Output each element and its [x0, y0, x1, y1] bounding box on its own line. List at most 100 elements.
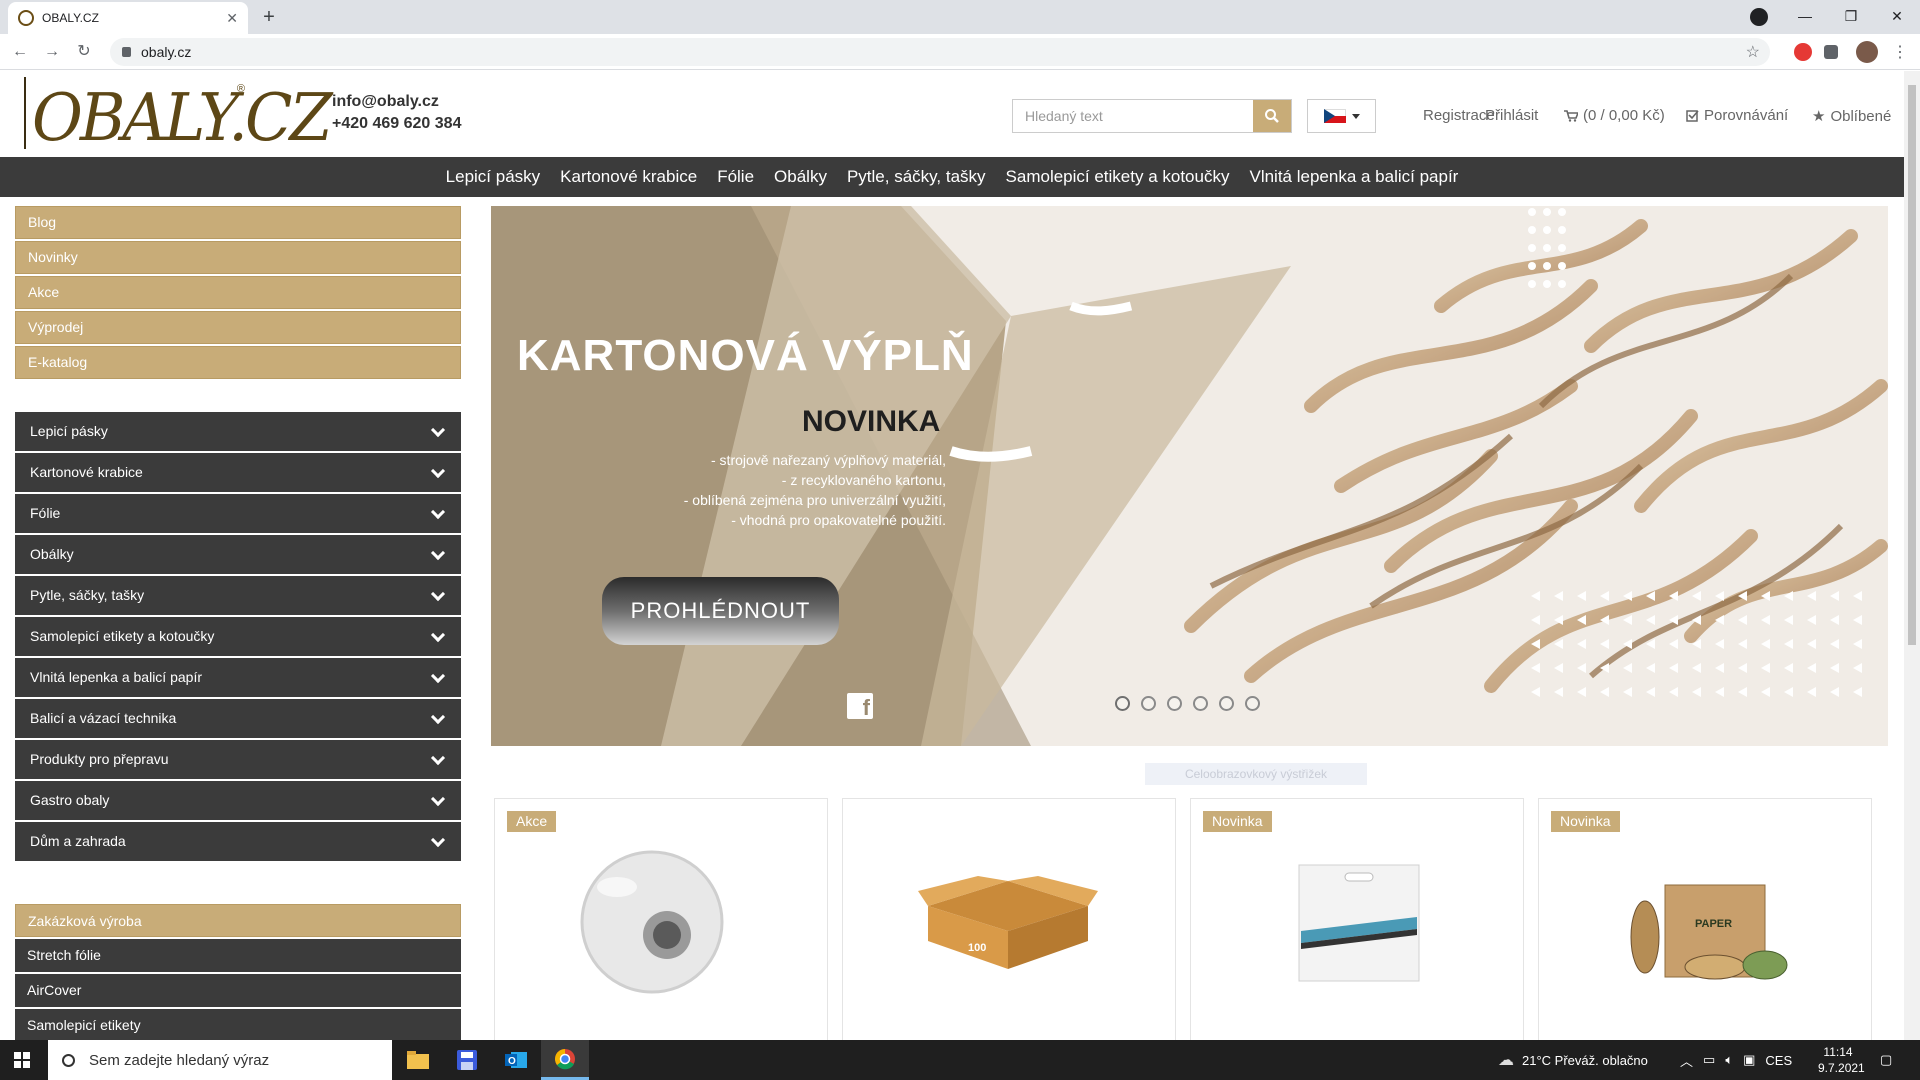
language-select[interactable] [1307, 99, 1376, 133]
category-item[interactable]: Balicí a vázací technika [15, 699, 461, 738]
favorites-link[interactable]: ★ Oblíbené [1812, 107, 1891, 126]
reload-button[interactable]: ↻ [72, 40, 96, 64]
slider-dot[interactable] [1245, 696, 1260, 711]
sidebar-item-blog[interactable]: Blog [15, 206, 461, 239]
chevron-down-icon[interactable] [430, 422, 446, 438]
outlook-icon[interactable]: O [492, 1040, 540, 1080]
nav-item[interactable]: Samolepicí etikety a kotoučky [1006, 167, 1230, 187]
category-item[interactable]: Produkty pro přepravu [15, 740, 461, 779]
minimize-button[interactable]: — [1782, 0, 1828, 34]
chevron-down-icon[interactable] [430, 463, 446, 479]
media-control-icon[interactable] [1750, 8, 1768, 26]
save-app-icon[interactable] [443, 1040, 491, 1080]
chevron-up-icon[interactable]: ︿ [1680, 1051, 1693, 1070]
category-item[interactable]: Fólie [15, 494, 461, 533]
product-card[interactable]: Akce [494, 798, 828, 1048]
search-button[interactable] [1253, 100, 1291, 132]
product-card[interactable]: Novinka [1190, 798, 1524, 1048]
contact-info: info@obaly.cz +420 469 620 384 [332, 91, 461, 135]
search-input[interactable] [1013, 100, 1253, 132]
category-item[interactable]: Kartonové krabice [15, 453, 461, 492]
chevron-down-icon[interactable] [430, 791, 446, 807]
site-logo[interactable]: OBALY.CZ ® [24, 77, 333, 156]
language-indicator[interactable]: CES [1765, 1053, 1792, 1068]
slider-dot[interactable] [1167, 696, 1182, 711]
scrollbar-thumb[interactable] [1908, 85, 1916, 645]
category-item[interactable]: Vlnitá lepenka a balicí papír [15, 658, 461, 697]
sidebar-item-stretch-film[interactable]: Stretch fólie [15, 939, 461, 972]
category-label: Lepicí pásky [30, 423, 108, 439]
sidebar-item-sale[interactable]: Akce [15, 276, 461, 309]
chevron-down-icon[interactable] [430, 668, 446, 684]
nav-item[interactable]: Lepicí pásky [446, 167, 541, 187]
weather-widget[interactable]: ☁ 21°C Převáž. oblačno [1498, 1040, 1648, 1080]
extensions-icon[interactable] [1824, 45, 1838, 59]
new-tab-button[interactable]: + [256, 6, 282, 30]
slider-dot[interactable] [1115, 696, 1130, 711]
login-link[interactable]: Přihlásit [1485, 107, 1538, 124]
arrow-decoration [1715, 615, 1724, 625]
close-window-button[interactable]: ✕ [1874, 0, 1920, 34]
cart-link[interactable]: (0 / 0,00 Kč) [1564, 107, 1665, 124]
browser-menu-icon[interactable]: ⋮ [1892, 42, 1908, 62]
volume-icon[interactable]: 🔈︎ [1725, 1052, 1733, 1068]
adblock-extension-icon[interactable] [1794, 43, 1812, 61]
register-link[interactable]: Registrace [1423, 107, 1495, 124]
profile-avatar[interactable] [1856, 41, 1878, 63]
chevron-down-icon[interactable] [430, 504, 446, 520]
arrow-decoration [1738, 615, 1747, 625]
notifications-icon[interactable]: ▢ [1880, 1040, 1892, 1080]
nav-item[interactable]: Vlnitá lepenka a balicí papír [1249, 167, 1458, 187]
product-card[interactable]: Novinka PAPER [1538, 798, 1872, 1048]
sidebar-item-labels[interactable]: Samolepicí etikety [15, 1009, 461, 1042]
forward-button[interactable]: → [40, 40, 64, 64]
taskbar-search[interactable]: Sem zadejte hledaný výraz [48, 1040, 392, 1080]
close-tab-icon[interactable]: ✕ [226, 10, 238, 27]
slider-dot[interactable] [1141, 696, 1156, 711]
category-item[interactable]: Gastro obaly [15, 781, 461, 820]
category-item[interactable]: Samolepicí etikety a kotoučky [15, 617, 461, 656]
windows-start-icon[interactable] [14, 1052, 30, 1068]
chevron-down-icon[interactable] [430, 586, 446, 602]
nav-item[interactable]: Obálky [774, 167, 827, 187]
banner-bullet: - strojově nařezaný výplňový materiál, [711, 452, 946, 468]
chevron-down-icon[interactable] [430, 750, 446, 766]
system-clock[interactable]: 11:14 9.7.2021 [1818, 1044, 1865, 1076]
address-bar[interactable]: obaly.cz ☆ [110, 38, 1770, 66]
contact-email[interactable]: info@obaly.cz [332, 91, 461, 113]
chevron-down-icon[interactable] [430, 627, 446, 643]
file-explorer-icon[interactable] [394, 1040, 442, 1080]
category-item[interactable]: Dům a zahrada [15, 822, 461, 861]
slider-dot[interactable] [1193, 696, 1208, 711]
banner-view-button[interactable]: PROHLÉDNOUT [602, 577, 839, 645]
arrow-decoration [1830, 687, 1839, 697]
chevron-down-icon[interactable] [430, 832, 446, 848]
category-item[interactable]: Obálky [15, 535, 461, 574]
facebook-icon[interactable]: f [847, 693, 873, 720]
restore-button[interactable]: ❐ [1828, 0, 1874, 34]
battery-icon[interactable]: ▭ [1703, 1052, 1715, 1068]
nav-item[interactable]: Pytle, sáčky, tašky [847, 167, 986, 187]
slider-dot[interactable] [1219, 696, 1234, 711]
back-button[interactable]: ← [8, 40, 32, 64]
contact-phone[interactable]: +420 469 620 384 [332, 113, 461, 135]
hero-banner[interactable]: KARTONOVÁ VÝPLŇ NOVINKA - strojově nařez… [491, 206, 1888, 746]
sidebar-item-ecatalog[interactable]: E-katalog [15, 346, 461, 379]
category-item[interactable]: Lepicí pásky [15, 412, 461, 451]
chevron-down-icon[interactable] [430, 709, 446, 725]
sidebar-item-news[interactable]: Novinky [15, 241, 461, 274]
nav-item[interactable]: Kartonové krabice [560, 167, 697, 187]
product-card[interactable]: 100 [842, 798, 1176, 1048]
category-item[interactable]: Pytle, sáčky, tašky [15, 576, 461, 615]
compare-link[interactable]: Porovnávání [1686, 107, 1788, 124]
sidebar-item-aircover[interactable]: AirCover [15, 974, 461, 1007]
browser-tab[interactable]: OBALY.CZ ✕ [8, 2, 248, 34]
bookmark-star-icon[interactable]: ☆ [1746, 42, 1760, 62]
chevron-down-icon[interactable] [430, 545, 446, 561]
page-scrollbar[interactable] [1904, 71, 1920, 1040]
network-icon[interactable]: ▣ [1743, 1052, 1755, 1068]
chrome-icon[interactable] [541, 1040, 589, 1080]
sidebar-item-clearance[interactable]: Výprodej [15, 311, 461, 344]
sidebar-item-custom-production[interactable]: Zakázková výroba [15, 904, 461, 937]
nav-item[interactable]: Fólie [717, 167, 754, 187]
